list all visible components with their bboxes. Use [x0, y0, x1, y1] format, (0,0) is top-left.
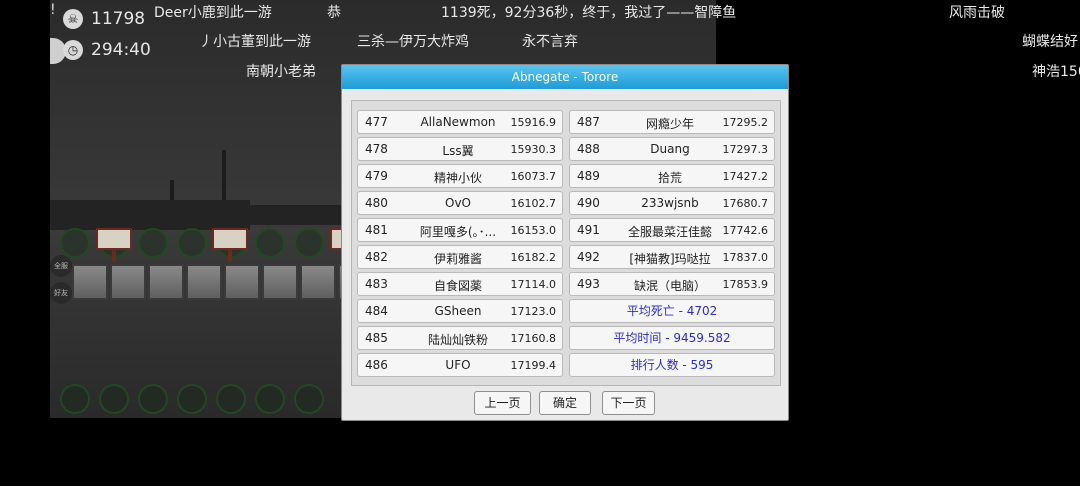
table-row: 488 Duang 17297.3	[569, 137, 775, 161]
rank: 493	[577, 277, 600, 291]
rank: 477	[365, 115, 388, 129]
danmaku-message: 恭	[327, 5, 341, 21]
death-count: 11798	[91, 9, 146, 29]
rank: 492	[577, 250, 600, 264]
score: 17297.3	[722, 143, 769, 156]
score: 17199.4	[510, 359, 557, 372]
rank: 487	[577, 115, 600, 129]
rank: 482	[365, 250, 388, 264]
danmaku-message: Deer小鹿到此一游	[154, 5, 272, 21]
rank: 478	[365, 142, 388, 156]
table-row: 480 OvO 16102.7	[357, 191, 563, 215]
score: 16102.7	[510, 197, 557, 210]
skull-icon: ☠	[63, 9, 83, 29]
time-counter: ◷ 294:40	[63, 40, 151, 60]
death-counter: ☠ 11798	[63, 9, 145, 29]
table-row: 477 AllaNewmon 15916.9	[357, 110, 563, 134]
rank: 488	[577, 142, 600, 156]
danmaku-message: 蝴蝶结好	[1022, 34, 1078, 50]
player-name: 阿里嘎多(｡･...	[419, 225, 497, 239]
friends-toggle-button[interactable]: 好友	[50, 282, 72, 304]
average-deaths: 平均死亡 - 4702	[569, 299, 775, 323]
table-row: 485 陆灿灿铁粉 17160.8	[357, 326, 563, 350]
next-page-button[interactable]: 下一页	[602, 391, 655, 415]
table-row: 493 缺泯（电脑） 17853.9	[569, 272, 775, 296]
table-row: 482 伊莉雅酱 16182.2	[357, 245, 563, 269]
table-row: 491 全服最菜汪佳懿 17742.6	[569, 218, 775, 242]
score: 17427.2	[722, 170, 769, 183]
danmaku-message: 风雨击破	[949, 5, 1005, 21]
play-time: 294:40	[91, 40, 151, 60]
score: 17123.0	[510, 305, 557, 318]
player-name: Lss翼	[442, 144, 474, 158]
table-row: 490 233wjsnb 17680.7	[569, 191, 775, 215]
player-name: OvO	[445, 196, 471, 210]
clock-icon: ◷	[63, 40, 83, 60]
rank: 489	[577, 169, 600, 183]
table-row: 487 网瘾少年 17295.2	[569, 110, 775, 134]
player-name: GSheen	[434, 304, 482, 318]
rank: 490	[577, 196, 600, 210]
player-name: [神猫教]玛哒拉	[629, 252, 711, 266]
table-row: 489 拾荒 17427.2	[569, 164, 775, 188]
score: 16073.7	[510, 170, 557, 183]
score: 17853.9	[722, 278, 769, 291]
rank: 491	[577, 223, 600, 237]
player-name: 网瘾少年	[645, 117, 694, 131]
table-row: 484 GSheen 17123.0	[357, 299, 563, 323]
warning-sign	[212, 228, 248, 250]
table-row: 481 阿里嘎多(｡･... 16153.0	[357, 218, 563, 242]
danmaku-message: 1139死，92分36秒，终于，我过了——智障鱼	[441, 5, 737, 21]
player-name: AllaNewmon	[420, 115, 496, 129]
score: 17837.0	[722, 251, 769, 264]
leaderboard-panel: 477 AllaNewmon 15916.9 478 Lss翼 15930.3 …	[351, 100, 781, 386]
danmaku-message: 神浩150	[1032, 64, 1080, 80]
table-row: 483 自食図薬 17114.0	[357, 272, 563, 296]
table-row: 492 [神猫教]玛哒拉 17837.0	[569, 245, 775, 269]
rank: 480	[365, 196, 388, 210]
rank: 483	[365, 277, 388, 291]
global-toggle-button[interactable]: 全服	[50, 255, 72, 277]
alert-mark: !	[50, 2, 56, 18]
score: 15916.9	[510, 116, 557, 129]
score: 16182.2	[510, 251, 557, 264]
danmaku-message: 永不言弃	[522, 34, 578, 50]
player-name: 拾荒	[657, 171, 682, 185]
table-row: 478 Lss翼 15930.3	[357, 137, 563, 161]
player-name: 自食図薬	[433, 279, 482, 293]
rank: 484	[365, 304, 388, 318]
warning-sign	[96, 228, 132, 250]
danmaku-message: 三杀—伊万大炸鸡	[357, 34, 469, 50]
table-row: 479 精神小伙 16073.7	[357, 164, 563, 188]
rank: 486	[365, 358, 388, 372]
danmaku-message: 南朝小老弟	[246, 64, 316, 80]
player-name: UFO	[445, 358, 471, 372]
rank: 479	[365, 169, 388, 183]
table-row: 486 UFO 17199.4	[357, 353, 563, 377]
leaderboard-dialog: Abnegate - Torore 477 AllaNewmon 15916.9…	[341, 64, 789, 421]
danmaku-message: 丿小古董到此一游	[199, 34, 311, 50]
score: 17742.6	[722, 224, 769, 237]
average-time: 平均时间 - 9459.582	[569, 326, 775, 350]
player-name: 陆灿灿铁粉	[427, 333, 488, 347]
player-name: 233wjsnb	[641, 196, 699, 210]
score: 17680.7	[722, 197, 769, 210]
score: 16153.0	[510, 224, 557, 237]
confirm-button[interactable]: 确定	[539, 391, 591, 415]
score: 17295.2	[722, 116, 769, 129]
score: 17114.0	[510, 278, 557, 291]
rank: 485	[365, 331, 388, 345]
player-name: 精神小伙	[433, 171, 482, 185]
score: 17160.8	[510, 332, 557, 345]
player-name: 全服最菜汪佳懿	[627, 225, 712, 239]
dialog-title: Abnegate - Torore	[342, 65, 788, 89]
player-name: 缺泯（电脑）	[633, 279, 706, 293]
ranked-player-count: 排行人数 - 595	[569, 353, 775, 377]
score: 15930.3	[510, 143, 557, 156]
prev-page-button[interactable]: 上一页	[474, 391, 531, 415]
player-name: Duang	[650, 142, 690, 156]
rank: 481	[365, 223, 388, 237]
player-name: 伊莉雅酱	[433, 252, 482, 266]
